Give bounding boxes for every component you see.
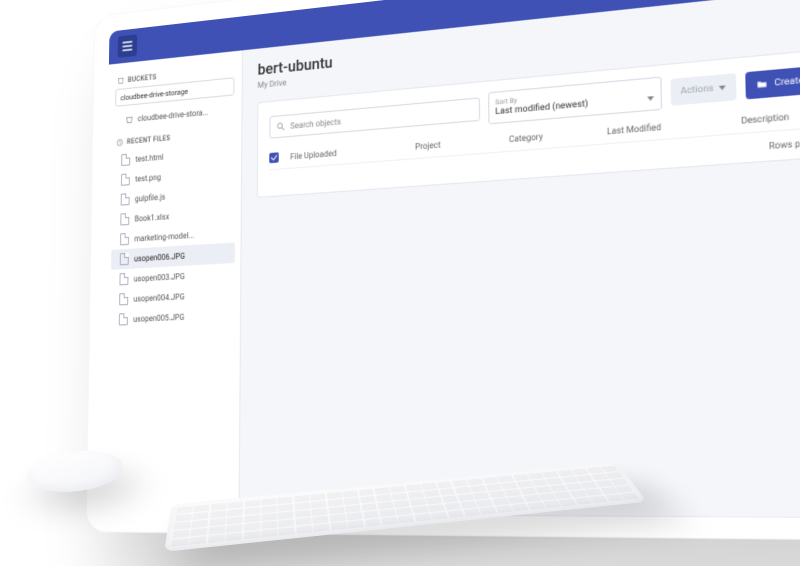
- hamburger-icon: [122, 40, 133, 53]
- recent-file-item[interactable]: usopen005.JPG: [110, 304, 235, 330]
- bucket-icon: [117, 77, 124, 86]
- table-header: File Uploaded Project Category Last Modi…: [269, 84, 800, 170]
- file-icon: [119, 273, 128, 285]
- bucket-icon: [125, 115, 133, 125]
- recent-file-item[interactable]: marketing-model...: [111, 222, 235, 250]
- create-folder-label: Create folder: [774, 72, 800, 89]
- file-icon: [121, 193, 130, 206]
- page-title: bert-ubuntu: [258, 0, 800, 79]
- recent-file-item[interactable]: test.html: [112, 141, 235, 171]
- table-pager: Rows per page: 10 0-0 of 0 ‹ ›: [269, 116, 800, 190]
- select-all-checkbox[interactable]: [269, 151, 290, 163]
- recent-file-label: usopen003.JPG: [134, 271, 185, 283]
- sidebar-heading-buckets: BUCKETS: [117, 65, 232, 85]
- column-category[interactable]: Category: [509, 126, 607, 144]
- rows-per-page-label: Rows per page:: [769, 136, 800, 151]
- column-file[interactable]: File Uploaded: [290, 142, 415, 161]
- file-icon: [120, 253, 129, 266]
- recent-file-label: test.html: [135, 152, 163, 163]
- search-icon: [276, 121, 286, 132]
- file-icon: [121, 173, 130, 186]
- file-icon: [119, 293, 128, 305]
- recent-file-label: Book1.xlsx: [135, 212, 170, 223]
- breadcrumb[interactable]: My Drive: [258, 9, 800, 90]
- chevron-down-icon: [647, 96, 654, 101]
- clock-icon: [116, 138, 123, 146]
- object-search-input[interactable]: Search objects: [269, 97, 479, 138]
- column-project[interactable]: Project: [415, 134, 509, 151]
- recent-file-label: gulpfile.js: [135, 192, 166, 203]
- bucket-item[interactable]: cloudbee-drive-stora...: [113, 101, 236, 129]
- recent-file-item[interactable]: gulpfile.js: [112, 181, 236, 210]
- menu-button[interactable]: [118, 34, 137, 58]
- column-description[interactable]: Description: [741, 102, 800, 126]
- sidebar-heading-recent: RECENT FILES: [116, 129, 232, 147]
- recent-file-label: test.png: [135, 172, 161, 183]
- bucket-item-label: cloudbee-drive-stora...: [138, 108, 209, 123]
- sidebar: BUCKETS cloudbee-drive-storage cloudbee-…: [102, 50, 243, 514]
- recent-file-item[interactable]: usopen004.JPG: [110, 284, 234, 310]
- recent-file-label: usopen006.JPG: [134, 251, 185, 263]
- toolbar: Search objects Sort By Last modified (ne…: [269, 49, 800, 143]
- recent-file-label: marketing-model...: [134, 230, 194, 243]
- recent-file-item[interactable]: usopen006.JPG: [111, 242, 235, 269]
- chevron-down-icon: [719, 85, 726, 90]
- recent-file-item[interactable]: Book1.xlsx: [112, 202, 236, 230]
- bucket-search-value: cloudbee-drive-storage: [120, 86, 188, 102]
- recent-file-item[interactable]: usopen003.JPG: [111, 263, 235, 290]
- column-last-modified[interactable]: Last Modified: [607, 115, 741, 136]
- file-icon: [120, 213, 129, 226]
- file-icon: [120, 233, 129, 246]
- file-panel: Search objects Sort By Last modified (ne…: [257, 34, 800, 198]
- sort-select[interactable]: Sort By Last modified (newest): [488, 77, 662, 125]
- actions-label: Actions: [680, 83, 713, 97]
- sort-value: Last modified (newest): [495, 99, 588, 118]
- app-topbar: 4: [109, 0, 800, 65]
- recent-file-label: usopen005.JPG: [133, 312, 184, 323]
- search-placeholder: Search objects: [290, 117, 341, 131]
- buckets-heading-label: BUCKETS: [128, 73, 157, 84]
- main-content: bert-ubuntu My Drive Search objects Sort…: [240, 0, 800, 519]
- recent-file-item[interactable]: test.png: [112, 161, 235, 191]
- file-icon: [121, 154, 130, 167]
- file-icon: [119, 313, 128, 325]
- recent-heading-label: RECENT FILES: [127, 134, 171, 146]
- create-folder-button[interactable]: Create folder: [746, 63, 800, 99]
- actions-dropdown[interactable]: Actions: [670, 73, 737, 106]
- folder-plus-icon: [756, 78, 768, 90]
- recent-file-label: usopen004.JPG: [133, 292, 184, 304]
- sort-label: Sort By: [495, 84, 653, 107]
